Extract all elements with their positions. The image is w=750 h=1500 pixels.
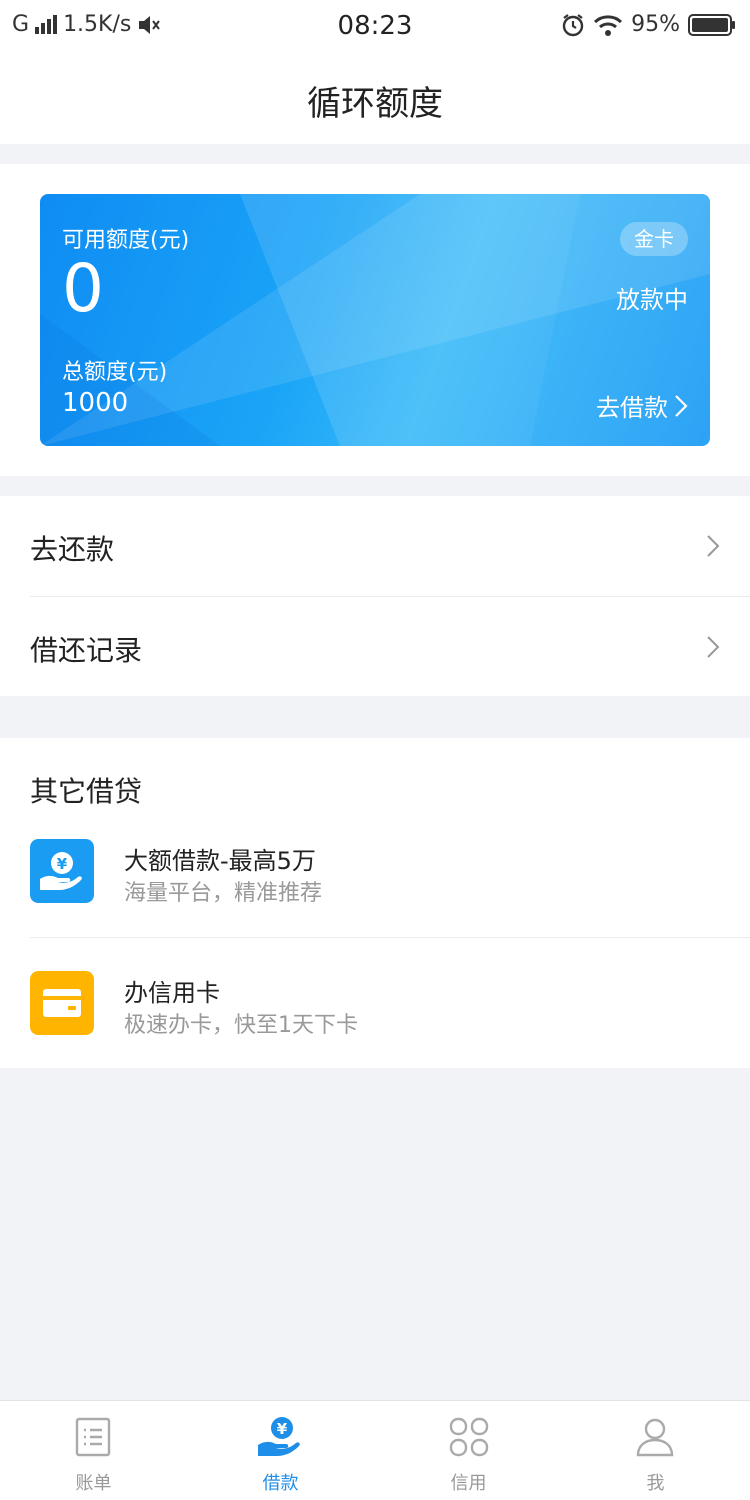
large-loan-title: 大额借款-最高5万	[124, 847, 316, 875]
gold-card-badge: 金卡	[620, 222, 688, 256]
svg-text:¥: ¥	[277, 1420, 288, 1438]
divider	[30, 937, 750, 938]
yuan-hand-icon: ¥	[258, 1417, 300, 1456]
credit-limit-card[interactable]: 可用额度(元) 0 总额度(元) 1000 金卡 放款中 去借款	[40, 194, 710, 446]
credit-card-apply-subtitle: 极速办卡，快至1天下卡	[124, 1013, 358, 1038]
page-title: 循环额度	[307, 84, 443, 124]
chevron-right-icon	[675, 394, 688, 417]
credit-card-apply-item[interactable]: 办信用卡 极速办卡，快至1天下卡	[30, 971, 750, 1071]
tab-borrow-label: 借款	[262, 1473, 299, 1494]
alarm-icon	[562, 13, 584, 36]
go-borrow-label: 去借款	[596, 394, 668, 422]
tab-credit-label: 信用	[450, 1473, 487, 1494]
records-label: 借还记录	[30, 634, 143, 667]
credit-card-apply-title: 办信用卡	[124, 979, 220, 1007]
chevron-right-icon	[707, 636, 720, 658]
user-icon	[636, 1418, 674, 1457]
tab-bar: 账单 ¥ 借款 信用 我	[0, 1400, 750, 1500]
yuan-hand-icon: ¥	[30, 839, 94, 903]
menu-section: 去还款 借还记录	[0, 496, 750, 696]
status-bar: G 1.5K/s 08:23 95%	[0, 0, 750, 52]
tab-bill-label: 账单	[75, 1473, 112, 1494]
tab-borrow[interactable]: ¥ 借款	[187, 1401, 374, 1500]
tab-me-label: 我	[646, 1473, 665, 1494]
card-section: 可用额度(元) 0 总额度(元) 1000 金卡 放款中 去借款	[0, 164, 750, 476]
tab-bill[interactable]: 账单	[0, 1401, 187, 1500]
go-borrow-button[interactable]: 去借款	[596, 388, 688, 423]
other-loans-title: 其它借贷	[30, 775, 143, 808]
total-limit-label: 总额度(元)	[62, 360, 168, 385]
large-loan-subtitle: 海量平台，精准推荐	[124, 881, 323, 906]
svg-text:¥: ¥	[57, 855, 68, 873]
tab-credit[interactable]: 信用	[375, 1401, 562, 1500]
credit-card-icon	[30, 971, 94, 1035]
repay-row[interactable]: 去还款	[30, 496, 750, 596]
grid-icon	[449, 1417, 489, 1457]
tab-me[interactable]: 我	[562, 1401, 749, 1500]
other-loans-section: 其它借贷 ¥ 大额借款-最高5万 海量平台，精准推荐 办信用卡 极速办卡，快至1…	[0, 738, 750, 1068]
bill-icon	[75, 1417, 111, 1457]
records-row[interactable]: 借还记录	[30, 597, 750, 697]
battery-percent: 95%	[631, 12, 680, 37]
available-limit-amount: 0	[62, 250, 104, 327]
wifi-icon	[594, 14, 623, 36]
loan-status: 放款中	[616, 286, 688, 314]
nav-bar: 循环额度	[0, 52, 750, 144]
large-loan-item[interactable]: ¥ 大额借款-最高5万 海量平台，精准推荐	[30, 839, 750, 939]
total-limit-amount: 1000	[62, 388, 129, 418]
repay-label: 去还款	[30, 533, 115, 566]
battery-icon	[688, 13, 735, 36]
status-right: 95%	[561, 12, 736, 37]
chevron-right-icon	[707, 535, 720, 557]
